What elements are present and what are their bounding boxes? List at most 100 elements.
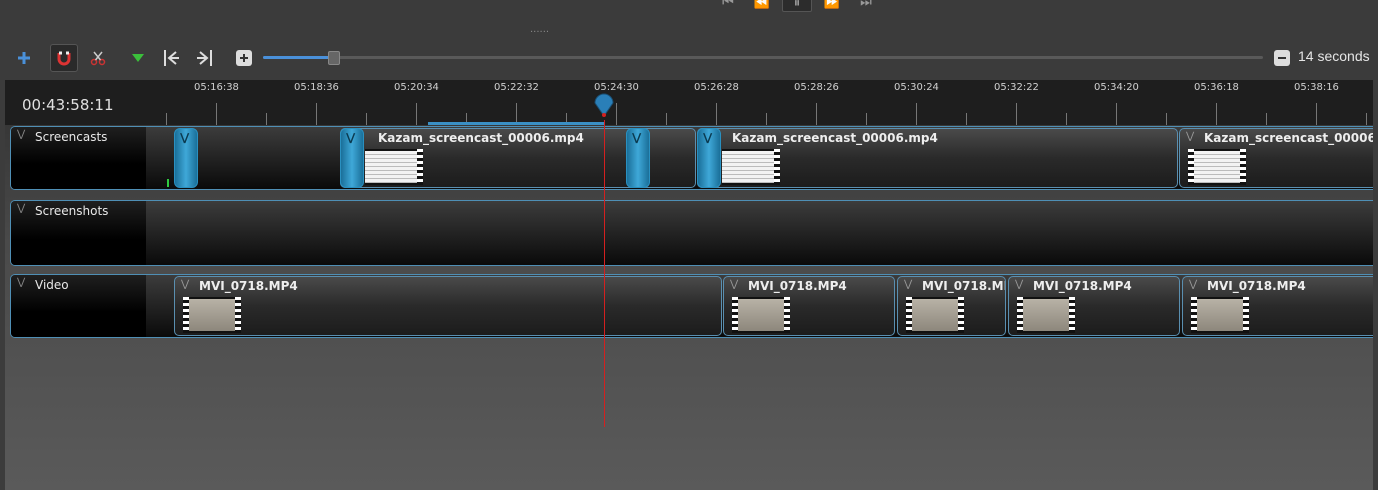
panel-grip[interactable]: ...... xyxy=(530,24,549,35)
razor-button[interactable] xyxy=(84,44,112,72)
zoom-out-button[interactable] xyxy=(1268,44,1296,72)
ruler-tick xyxy=(816,103,817,125)
clip-thumbnail xyxy=(1191,297,1249,333)
chevron-down-icon[interactable]: ⋁ xyxy=(17,277,25,288)
ruler-tick xyxy=(1266,113,1267,125)
ruler-tick xyxy=(716,103,717,125)
ruler-tick xyxy=(966,113,967,125)
add-track-icon xyxy=(18,52,30,64)
transition[interactable]: ⋁ xyxy=(174,128,198,188)
jump-start-icon[interactable]: ⏮ xyxy=(714,0,742,10)
clip-title: Kazam_screencast_00006.mp4 xyxy=(1204,131,1373,145)
video-thumbnail-image xyxy=(738,299,784,331)
zoom-slider[interactable] xyxy=(263,56,1263,59)
rewind-icon[interactable]: ⏪ xyxy=(748,0,776,10)
ruler-tick-label: 05:28:26 xyxy=(794,82,839,93)
ruler-tick xyxy=(1066,113,1067,125)
clip-title: Kazam_screencast_00006.mp4 xyxy=(378,131,584,145)
ruler-tick-label: 05:38:16 xyxy=(1294,82,1339,93)
snapping-button[interactable] xyxy=(50,44,78,72)
chevron-down-icon[interactable]: ⋁ xyxy=(1186,131,1194,142)
clip-title: MVI_0718.MP4 xyxy=(1033,279,1132,293)
track-screenshots[interactable]: ⋁ Screenshots xyxy=(10,200,1373,266)
track-header[interactable]: ⋁ Screencasts xyxy=(11,127,146,189)
ruler-tick xyxy=(416,103,417,125)
next-marker-icon xyxy=(197,50,212,66)
ruler-tick xyxy=(316,103,317,125)
chevron-down-icon: ⋁ xyxy=(180,131,190,144)
ruler-tick xyxy=(766,113,767,125)
ruler-tick-label: 05:26:28 xyxy=(694,82,739,93)
pause-icon[interactable]: ⏸ xyxy=(782,0,812,12)
playhead-marker-icon[interactable] xyxy=(593,91,615,117)
track-name: Screenshots xyxy=(35,204,109,218)
zoom-slider-fill xyxy=(263,56,333,59)
track-header[interactable]: ⋁ Screenshots xyxy=(11,201,146,265)
film-strip xyxy=(1240,149,1246,185)
playhead-line[interactable] xyxy=(604,120,605,427)
clip[interactable]: ⋁ MVI_0718.MP4 xyxy=(174,276,722,336)
add-marker-button[interactable] xyxy=(124,44,152,72)
time-ruler[interactable]: 00:43:58:11 05:16:38 05:18:36 05:20:34 05:2… xyxy=(5,80,1373,125)
current-timecode: 00:43:58:11 xyxy=(22,96,114,114)
previous-marker-button[interactable] xyxy=(158,44,186,72)
scissors-icon xyxy=(90,51,106,66)
transport-controls: ⏮ ⏪ ⏸ ⏩ ⏭ xyxy=(714,0,880,12)
clip[interactable]: ⋁ MVI_0718.MP4 xyxy=(897,276,1006,336)
transition[interactable]: ⋁ xyxy=(626,128,650,188)
chevron-down-icon[interactable]: ⋁ xyxy=(17,129,25,140)
zoom-slider-handle[interactable] xyxy=(328,51,340,65)
chevron-down-icon[interactable]: ⋁ xyxy=(181,279,189,290)
timeline-area[interactable]: 00:43:58:11 05:16:38 05:18:36 05:20:34 05:2… xyxy=(5,80,1373,490)
timeline-toolbar: ⏮ ⏪ ⏸ ⏩ ⏭ ...... 14 seconds xyxy=(0,0,1378,80)
clip[interactable]: ⋁ Kazam_screencast_00006.mp4 xyxy=(697,128,1178,188)
clip-title: MVI_0718.MP4 xyxy=(1207,279,1306,293)
ruler-tick xyxy=(866,113,867,125)
chevron-down-icon[interactable]: ⋁ xyxy=(1015,279,1023,290)
clip[interactable]: ⋁ Kazam_screencast_00006.mp4 xyxy=(1179,128,1373,188)
transition[interactable]: ⋁ xyxy=(340,128,364,188)
fast-forward-icon[interactable]: ⏩ xyxy=(818,0,846,10)
clip-thumbnail xyxy=(722,149,780,185)
ruler-tick xyxy=(1366,113,1367,125)
chevron-down-icon[interactable]: ⋁ xyxy=(17,203,25,214)
video-thumbnail-image xyxy=(1023,299,1069,331)
clip-thumbnail xyxy=(732,297,790,333)
track-screencasts[interactable]: ⋁ Screencasts ⋁ ⋁ Kazam_screencast_00006… xyxy=(10,126,1373,190)
ruler-tick xyxy=(1166,113,1167,125)
chevron-down-icon[interactable]: ⋁ xyxy=(904,279,912,290)
screencast-thumbnail-image xyxy=(1194,151,1240,183)
track-name: Screencasts xyxy=(35,130,108,144)
ruler-tick-label: 05:32:22 xyxy=(994,82,1039,93)
clip[interactable]: ⋁ MVI_0718.MP4 xyxy=(723,276,895,336)
ruler-tick-label: 05:20:34 xyxy=(394,82,439,93)
zoom-center-icon xyxy=(236,50,252,66)
track-header[interactable]: ⋁ Video xyxy=(11,275,146,337)
ruler-tick xyxy=(916,103,917,125)
ruler-tick xyxy=(366,113,367,125)
ruler-tick xyxy=(1316,103,1317,125)
chevron-down-icon: ⋁ xyxy=(346,131,356,144)
film-strip xyxy=(1243,297,1249,333)
chevron-down-icon[interactable]: ⋁ xyxy=(1189,279,1197,290)
clip-thumbnail xyxy=(365,149,423,185)
clip-thumbnail xyxy=(1188,149,1246,185)
chevron-down-icon: ⋁ xyxy=(632,131,642,144)
next-marker-button[interactable] xyxy=(190,44,218,72)
zoom-label: 14 seconds xyxy=(1298,48,1370,64)
jump-end-icon[interactable]: ⏭ xyxy=(852,0,880,10)
film-strip xyxy=(958,297,964,333)
transition[interactable]: ⋁ xyxy=(697,128,721,188)
zoom-out-icon xyxy=(1274,50,1290,66)
add-track-button[interactable] xyxy=(10,44,38,72)
screencast-thumbnail-image xyxy=(722,151,774,183)
chevron-down-icon[interactable]: ⋁ xyxy=(730,279,738,290)
track-name: Video xyxy=(35,278,69,292)
center-playhead-button[interactable] xyxy=(230,44,258,72)
previous-marker-icon xyxy=(164,50,179,66)
track-video[interactable]: ⋁ Video ⋁ MVI_0718.MP4 ⋁ MVI_0718.MP4 ⋁ … xyxy=(10,274,1373,338)
clip[interactable]: ⋁ MVI_0718.MP4 xyxy=(1008,276,1180,336)
ruler-tick xyxy=(216,103,217,125)
clip[interactable]: ⋁ MVI_0718.MP4 xyxy=(1182,276,1373,336)
marker-icon xyxy=(132,54,144,62)
